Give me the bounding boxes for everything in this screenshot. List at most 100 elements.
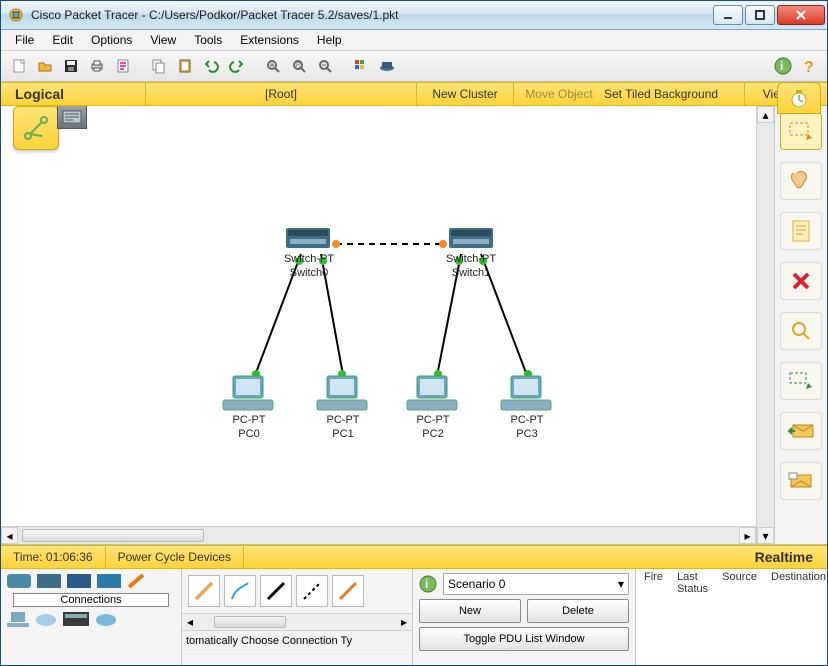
scroll-up-icon[interactable]: ▴ <box>757 106 774 123</box>
scenario-value: Scenario 0 <box>448 577 505 591</box>
scroll-down-icon[interactable]: ▾ <box>757 527 774 544</box>
canvas-vscroll[interactable]: ▴ ▾ <box>756 106 774 544</box>
right-tool-palette <box>774 106 827 544</box>
main-toolbar: R i ? <box>1 51 827 82</box>
resize-tool-icon[interactable] <box>780 362 822 400</box>
menu-file[interactable]: File <box>7 31 42 49</box>
new-cluster-button[interactable]: New Cluster <box>417 87 513 101</box>
menu-extensions[interactable]: Extensions <box>232 31 307 49</box>
device-switch1[interactable]: Switch-PT Switch1 <box>441 251 501 279</box>
root-breadcrumb[interactable]: [Root] <box>146 87 416 101</box>
select-tool-icon[interactable] <box>780 112 822 150</box>
open-icon[interactable] <box>33 54 57 78</box>
fiber-cable-icon[interactable] <box>332 575 364 607</box>
multiuser-icon[interactable] <box>95 611 117 627</box>
info-icon[interactable]: i <box>771 54 795 78</box>
device-pc1[interactable]: PC-PT PC1 <box>313 412 373 440</box>
connection-hscroll[interactable]: ◂▸ <box>182 613 412 630</box>
menu-help[interactable]: Help <box>309 31 350 49</box>
zoom-in-icon[interactable] <box>261 54 285 78</box>
col-last-status: Last Status <box>677 571 708 595</box>
cloud-icon[interactable] <box>35 611 57 627</box>
new-file-icon[interactable] <box>7 54 31 78</box>
palette-icon[interactable] <box>349 54 373 78</box>
wizard-icon[interactable] <box>111 54 135 78</box>
device-category-box: Connections <box>1 569 182 665</box>
set-tiled-bg-button[interactable]: Set Tiled Background <box>604 87 744 101</box>
maximize-button[interactable] <box>745 5 775 25</box>
hubs-icon[interactable] <box>67 574 91 588</box>
auto-cable-icon[interactable] <box>188 575 220 607</box>
realtime-tab-icon[interactable] <box>777 82 821 114</box>
menu-options[interactable]: Options <box>83 31 140 49</box>
end-device-icon[interactable] <box>7 611 29 627</box>
device-pc0[interactable]: PC-PT PC0 <box>219 412 279 440</box>
realtime-label[interactable]: Realtime <box>755 549 827 565</box>
device-type: PC-PT <box>403 414 463 426</box>
redo-icon[interactable] <box>225 54 249 78</box>
canvas-hscroll[interactable]: ◂ ▸ <box>1 526 756 544</box>
scroll-left-icon[interactable]: ◂ <box>1 527 18 544</box>
cross-cable-icon[interactable] <box>296 575 328 607</box>
category-label: Connections <box>13 593 169 607</box>
delete-tool-icon[interactable] <box>780 262 822 300</box>
device-type: PC-PT <box>219 414 279 426</box>
delete-scenario-button[interactable]: Delete <box>527 599 629 623</box>
scroll-right-icon[interactable]: ▸ <box>739 527 756 544</box>
svg-text:R: R <box>296 63 301 69</box>
connections-icon[interactable] <box>127 573 145 589</box>
custom-device-icon[interactable] <box>375 54 399 78</box>
conn-scroll-thumb[interactable] <box>214 616 286 628</box>
menu-edit[interactable]: Edit <box>44 31 81 49</box>
save-icon[interactable] <box>59 54 83 78</box>
minimize-button[interactable] <box>713 5 743 25</box>
copy-icon[interactable] <box>147 54 171 78</box>
new-scenario-button[interactable]: New <box>419 599 521 623</box>
toggle-pdu-button[interactable]: Toggle PDU List Window <box>419 627 629 651</box>
app-window: Cisco Packet Tracer - C:/Users/Podkor/Pa… <box>0 0 828 666</box>
help-icon[interactable]: ? <box>797 54 821 78</box>
info-small-icon[interactable]: i <box>419 575 437 593</box>
svg-text:?: ? <box>804 59 814 75</box>
device-switch0[interactable]: Switch-PT Switch0 <box>279 251 339 279</box>
move-object-button[interactable]: Move Object <box>514 87 604 101</box>
col-source: Source <box>722 571 757 595</box>
device-pc3[interactable]: PC-PT PC3 <box>497 412 557 440</box>
note-tool-icon[interactable] <box>780 212 822 250</box>
move-tool-icon[interactable] <box>780 162 822 200</box>
menubar: File Edit Options View Tools Extensions … <box>1 30 827 51</box>
view-bar: Logical [Root] New Cluster Move Object S… <box>1 82 827 106</box>
zoom-out-icon[interactable] <box>313 54 337 78</box>
device-name: Switch0 <box>279 267 339 279</box>
paste-icon[interactable] <box>173 54 197 78</box>
add-complex-pdu-icon[interactable] <box>780 462 822 500</box>
device-name: PC1 <box>313 428 373 440</box>
zoom-reset-icon[interactable]: R <box>287 54 311 78</box>
device-name: PC3 <box>497 428 557 440</box>
print-icon[interactable] <box>85 54 109 78</box>
menu-tools[interactable]: Tools <box>186 31 230 49</box>
col-fire: Fire <box>644 571 663 595</box>
workspace-row: Switch-PT Switch0 Switch-PT Switch1 PC-P… <box>1 106 827 545</box>
switches-icon[interactable] <box>37 574 61 588</box>
hscroll-thumb[interactable] <box>22 529 204 542</box>
device-name: PC0 <box>219 428 279 440</box>
close-button[interactable] <box>777 5 825 25</box>
logical-tab[interactable]: Logical <box>1 86 145 102</box>
custom-icon[interactable] <box>63 612 89 626</box>
wireless-icon[interactable] <box>97 574 121 588</box>
device-type: Switch-PT <box>279 253 339 265</box>
inspect-tool-icon[interactable] <box>780 312 822 350</box>
console-cable-icon[interactable] <box>224 575 256 607</box>
undo-icon[interactable] <box>199 54 223 78</box>
routers-icon[interactable] <box>7 574 31 588</box>
pdu-list-header: Fire Last Status Source Destination <box>636 571 827 595</box>
scenario-select[interactable]: Scenario 0▾ <box>443 573 629 595</box>
add-simple-pdu-icon[interactable] <box>780 412 822 450</box>
device-pc2[interactable]: PC-PT PC2 <box>403 412 463 440</box>
straight-cable-icon[interactable] <box>260 575 292 607</box>
power-cycle-button[interactable]: Power Cycle Devices <box>106 546 244 568</box>
menu-view[interactable]: View <box>142 31 184 49</box>
pdu-list[interactable]: Fire Last Status Source Destination <box>636 569 827 665</box>
canvas[interactable]: Switch-PT Switch0 Switch-PT Switch1 PC-P… <box>1 106 756 544</box>
